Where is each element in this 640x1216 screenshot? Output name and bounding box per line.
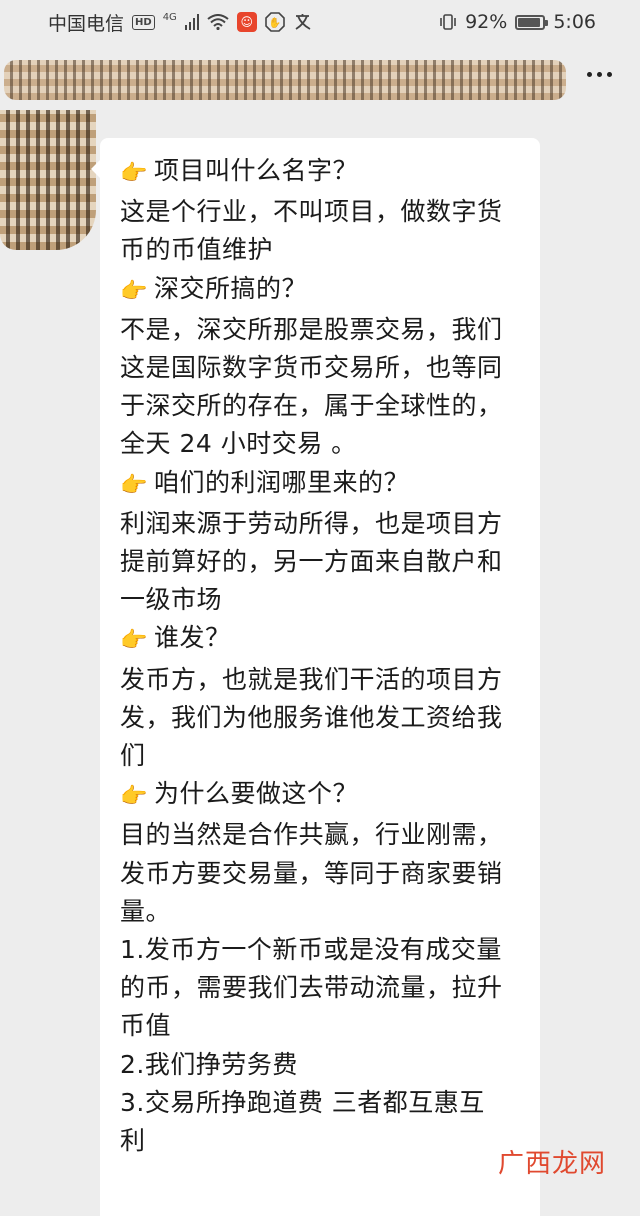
message-line: 发币方要交易量，等同于商家要销 [120,855,522,893]
battery-icon [515,14,549,30]
message-line: 的币，需要我们去带动流量，拉升 [120,969,522,1007]
message-bubble[interactable]: 👉 项目叫什么名字？ 这是个行业，不叫项目，做数字货 币的币值维护 👉 深交所搞的？ 不是，… [91,138,540,1216]
message-line-text: 币的币值维护 [120,235,274,265]
carrier-label: 中国电信 [48,12,125,35]
message-line-text: 一级市场 [120,585,223,615]
vibrate-icon [439,13,457,31]
message-line: 量。 [120,893,522,931]
pointing-hand-icon: 👉 [120,628,148,654]
pointing-hand-icon: 👉 [120,161,148,186]
status-bar: 中国电信 HD 4G ☺ ✋ 92% 5:06 [0,0,640,44]
pointing-hand-icon: 👉 [120,784,148,810]
message-line-text: 全天 24 小时交易 。 [120,429,357,459]
hand-stop-icon: ✋ [265,12,285,32]
message-line-text: 项目叫什么名字？ [154,156,359,185]
avatar[interactable] [0,110,96,250]
status-left: 中国电信 HD 4G ☺ ✋ [48,9,313,36]
network-type-label: 4G [162,12,177,23]
battery-percent-label: 92% [465,11,508,33]
message-line-text: 利 [120,1126,146,1156]
message-line: 利 [120,1122,522,1160]
message-line-text: 发，我们为他服务谁他发工资给我 [120,702,503,732]
message-line: 币的币值维护 [120,231,522,269]
message-line: 这是个行业，不叫项目，做数字货 [120,193,522,231]
chat-header [0,52,640,108]
watermark-logo: 广西龙网 [497,1149,606,1179]
message-line: 一级市场 [120,581,522,619]
message-line: 们 [120,737,522,775]
message-line-text: 于深交所的存在，属于全球性的， [120,391,503,421]
message-line: 提前算好的，另一方面来自散户和 [120,543,522,581]
message-line-text: 量。 [120,896,172,926]
message-line-text: 币值 [120,1011,172,1041]
message-line-text: 这是个行业，不叫项目，做数字货 [120,197,503,227]
message-line-text: 发币方要交易量，等同于商家要销 [120,858,503,888]
message-line-text: 2.我们挣劳务费 [120,1049,298,1079]
message-line-text: 发币方，也就是我们干活的项目方 [120,664,503,694]
message-line: 👉 咱们的利润哪里来的？ [120,464,522,505]
pointing-hand-icon: 👉 [120,278,148,304]
message-line: 目的当然是合作共赢，行业刚需， [120,816,522,854]
message-line-text: 深交所搞的？ [154,273,308,303]
chat-title-blurred [4,60,566,100]
wifi-icon [207,14,229,30]
message-line-text: 目的当然是合作共赢，行业刚需， [120,820,503,850]
signal-icon [184,14,199,30]
message-line-text: 1.发币方一个新币或是没有成交量 [120,935,502,965]
message-line: 发币方，也就是我们干活的项目方 [120,661,522,699]
message-line: 发，我们为他服务谁他发工资给我 [120,699,522,737]
message-line: 👉 项目叫什么名字？ [120,152,522,193]
message-line: 币值 [120,1007,522,1045]
svg-text:✋: ✋ [269,16,281,29]
message-line-text: 为什么要做这个？ [154,779,359,809]
message-line-text: 咱们的利润哪里来的？ [154,467,410,497]
status-right: 92% 5:06 [439,11,596,33]
message-text: 👉 项目叫什么名字？ 这是个行业，不叫项目，做数字货 币的币值维护 👉 深交所搞的？ 不是，… [120,152,522,1160]
message-line-text: 们 [120,741,146,771]
message-line: 利润来源于劳动所得，也是项目方 [120,505,522,543]
message-line-text: 不是，深交所那是股票交易，我们 [120,314,503,344]
more-options-icon[interactable] [587,72,612,77]
message-line: 👉 谁发？ [120,619,522,660]
message-line-text: 谁发？ [154,623,231,653]
message-line-text: 这是国际数字货币交易所，也等同 [120,353,503,383]
message-line-text: 的币，需要我们去带动流量，拉升 [120,973,503,1003]
message-line-text: 3.交易所挣跑道费 三者都互惠互 [120,1087,485,1117]
message-line: 于深交所的存在，属于全球性的， [120,387,522,425]
battery-fill [518,17,541,27]
message-line: 全天 24 小时交易 。 [120,425,522,463]
translate-icon [293,13,313,31]
message-line: 1.发币方一个新币或是没有成交量 [120,931,522,969]
message-line-text: 利润来源于劳动所得，也是项目方 [120,508,503,538]
hd-icon: HD [132,14,155,30]
message-line: 👉 深交所搞的？ [120,270,522,311]
message-line: 不是，深交所那是股票交易，我们 [120,311,522,349]
pointing-hand-icon: 👉 [120,472,148,498]
message-line: 2.我们挣劳务费 [120,1046,522,1084]
message-line-text: 提前算好的，另一方面来自散户和 [120,547,503,577]
message-line: 👉 为什么要做这个？ [120,775,522,816]
shopping-app-icon: ☺ [236,12,257,32]
message-line: 这是国际数字货币交易所，也等同 [120,349,522,387]
clock-label: 5:06 [553,11,596,33]
message-line: 3.交易所挣跑道费 三者都互惠互 [120,1084,522,1122]
